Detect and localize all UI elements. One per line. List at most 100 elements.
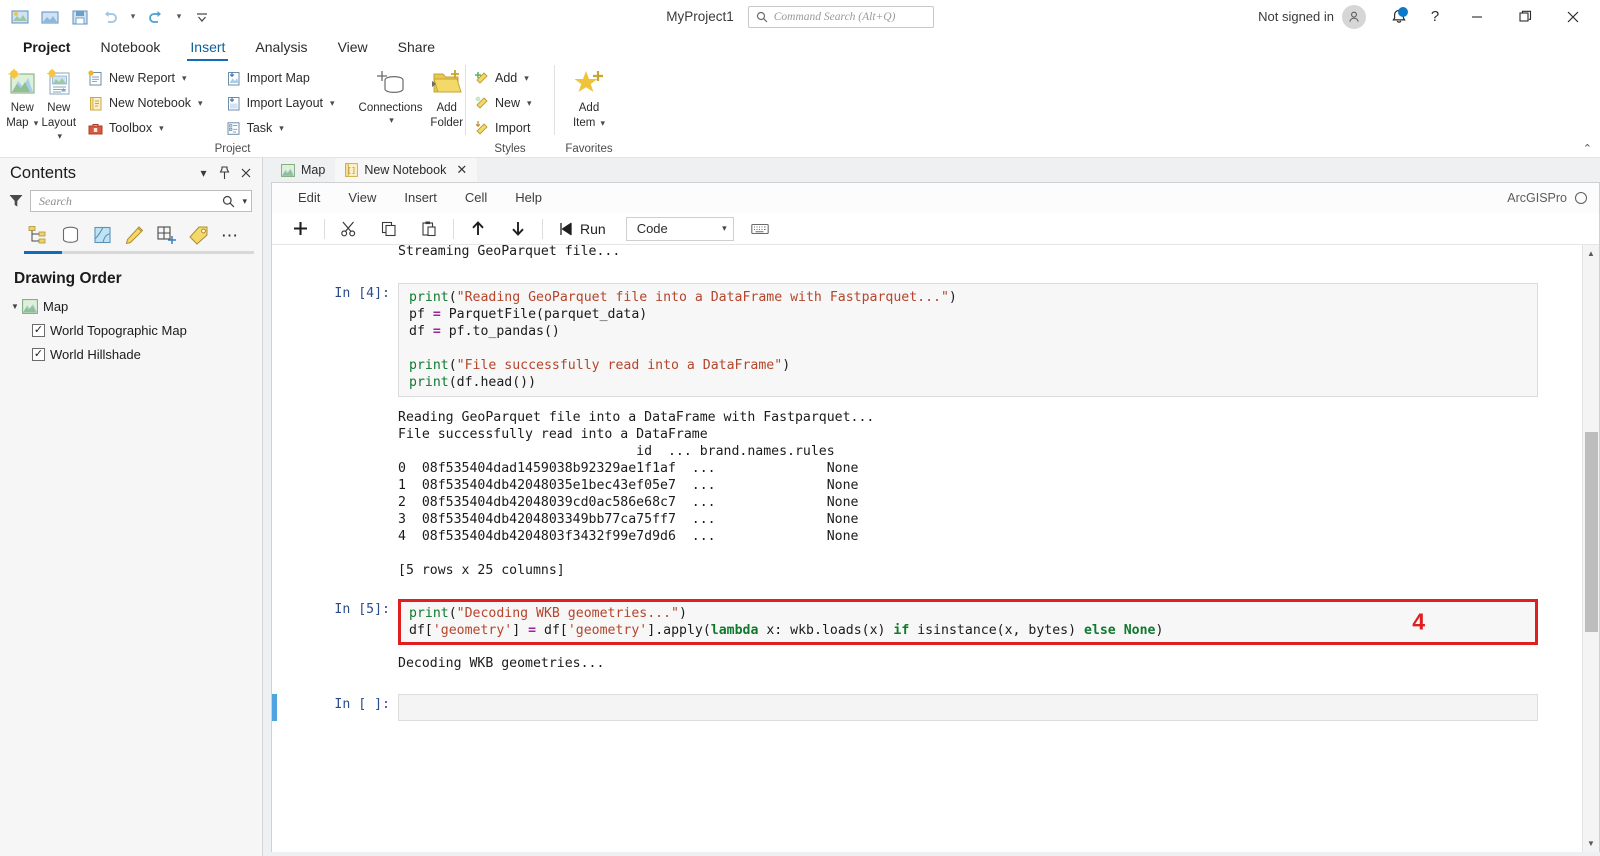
- tree-item-world-hillshade[interactable]: ✓ World Hillshade: [0, 342, 262, 366]
- list-by-selection-icon[interactable]: [88, 222, 116, 248]
- copy-cell-button[interactable]: [369, 214, 409, 244]
- layer-checkbox[interactable]: ✓: [32, 323, 45, 337]
- minimize-button[interactable]: [1454, 1, 1500, 33]
- add-cell-button[interactable]: [280, 214, 320, 244]
- more-options-icon[interactable]: ⋯: [216, 222, 244, 248]
- filter-icon[interactable]: [8, 193, 24, 209]
- pin-icon[interactable]: [214, 162, 235, 184]
- list-by-snapping-icon[interactable]: [152, 222, 180, 248]
- ribbon-tab-project[interactable]: Project: [8, 34, 85, 61]
- add-folder-button[interactable]: Add Folder: [428, 64, 465, 130]
- chevron-down-icon[interactable]: ▾: [193, 162, 214, 184]
- cut-cell-button[interactable]: [329, 214, 369, 244]
- tree-item-world-topographic-map[interactable]: ✓ World Topographic Map: [0, 318, 262, 342]
- avatar[interactable]: [1342, 4, 1366, 29]
- cell-input-empty[interactable]: [398, 694, 1538, 721]
- contents-pane: Contents ▾ Search ▾ ⋯ Drawing Order ▼ Ma…: [0, 158, 263, 852]
- list-by-data-source-icon[interactable]: [56, 222, 84, 248]
- import-map-label: Import Map: [246, 71, 310, 85]
- ribbon-tab-analysis[interactable]: Analysis: [240, 34, 322, 61]
- move-cell-up-button[interactable]: [458, 214, 498, 244]
- menu-cell[interactable]: Cell: [451, 183, 501, 213]
- scrollbar-track[interactable]: [1583, 262, 1600, 835]
- notebook-view: Map [] New Notebook ✕ Edit View Insert C…: [263, 158, 1600, 852]
- ribbon-tab-share[interactable]: Share: [383, 34, 450, 61]
- menu-view[interactable]: View: [334, 183, 390, 213]
- styles-import-button[interactable]: Import: [470, 116, 536, 140]
- notebook-scrollbar[interactable]: ▲ ▼: [1582, 245, 1599, 852]
- task-button[interactable]: Task ▾: [221, 116, 339, 140]
- import-map-button[interactable]: Import Map: [221, 66, 339, 90]
- help-button[interactable]: ?: [1418, 3, 1452, 31]
- cell-input-5[interactable]: print("Decoding WKB geometries...") df['…: [398, 599, 1538, 645]
- menu-insert[interactable]: Insert: [390, 183, 451, 213]
- new-map-button[interactable]: New Map ▾: [4, 64, 41, 130]
- close-icon[interactable]: ✕: [456, 162, 467, 178]
- new-report-button[interactable]: New Report ▾: [83, 66, 207, 90]
- cell-input-4[interactable]: print("Reading GeoParquet file into a Da…: [398, 283, 1538, 397]
- toolbox-button[interactable]: Toolbox ▾: [83, 116, 207, 140]
- styles-new-button[interactable]: New ▾: [470, 91, 536, 115]
- save-project-icon[interactable]: [6, 4, 34, 30]
- open-project-icon[interactable]: [36, 4, 64, 30]
- chevron-down-icon[interactable]: ▾: [242, 196, 247, 207]
- ribbon-tab-insert[interactable]: Insert: [175, 34, 240, 61]
- add-item-button[interactable]: Add Item ▾: [563, 64, 615, 130]
- ribbon-tab-notebook[interactable]: Notebook: [85, 34, 175, 61]
- close-icon[interactable]: [235, 162, 256, 184]
- chevron-down-icon[interactable]: ▾: [330, 98, 335, 109]
- undo-dropdown-icon[interactable]: ▾: [126, 4, 140, 30]
- list-by-labeling-icon[interactable]: [184, 222, 212, 248]
- ribbon-tab-view[interactable]: View: [323, 34, 383, 61]
- run-cell-button[interactable]: Run: [547, 214, 618, 244]
- ribbon-group-favorites-label: Favorites: [565, 143, 613, 155]
- expand-collapse-icon[interactable]: ▼: [8, 302, 22, 311]
- tree-item-map[interactable]: ▼ Map: [0, 294, 262, 318]
- list-by-drawing-order-icon[interactable]: [24, 222, 52, 248]
- move-cell-down-button[interactable]: [498, 214, 538, 244]
- close-button[interactable]: [1550, 1, 1596, 33]
- scroll-down-arrow-icon[interactable]: ▼: [1583, 835, 1600, 852]
- paste-cell-button[interactable]: [409, 214, 449, 244]
- view-tab-map[interactable]: Map: [271, 158, 335, 182]
- ribbon-collapse-button[interactable]: ⌃: [1583, 142, 1592, 155]
- command-search-input[interactable]: Command Search (Alt+Q): [747, 5, 934, 28]
- menu-help[interactable]: Help: [501, 183, 556, 213]
- chevron-down-icon[interactable]: ▾: [527, 98, 532, 109]
- chevron-down-icon[interactable]: ▾: [524, 73, 529, 84]
- search-icon[interactable]: [222, 195, 235, 208]
- notifications-button[interactable]: [1382, 3, 1416, 31]
- redo-dropdown-icon[interactable]: ▾: [172, 4, 186, 30]
- view-tab-new-notebook[interactable]: [] New Notebook ✕: [335, 158, 478, 182]
- import-layout-button[interactable]: Import Layout ▾: [221, 91, 339, 115]
- scroll-up-arrow-icon[interactable]: ▲: [1583, 245, 1600, 262]
- layer-checkbox[interactable]: ✓: [32, 347, 45, 361]
- add-folder-icon: [430, 66, 464, 100]
- customize-qat-icon[interactable]: [188, 4, 216, 30]
- styles-add-icon: [475, 72, 488, 84]
- search-input[interactable]: Search ▾: [30, 190, 252, 212]
- connections-button[interactable]: Connections ▾: [358, 64, 423, 126]
- new-layout-button[interactable]: New Layout ▾: [41, 64, 78, 143]
- styles-add-button[interactable]: Add ▾: [470, 66, 536, 90]
- save-as-icon[interactable]: [66, 4, 94, 30]
- undo-icon[interactable]: [96, 4, 124, 30]
- styles-import-icon: [475, 121, 488, 135]
- chevron-down-icon[interactable]: ▾: [389, 115, 394, 126]
- command-palette-button[interactable]: [740, 214, 780, 244]
- sign-in-status[interactable]: Not signed in: [1258, 9, 1334, 24]
- chevron-down-icon[interactable]: ▾: [198, 98, 203, 109]
- menu-edit[interactable]: Edit: [284, 183, 334, 213]
- scrollbar-thumb[interactable]: [1584, 432, 1598, 632]
- chevron-down-icon[interactable]: ▾: [279, 123, 284, 134]
- toolbar-separator: [453, 218, 454, 239]
- restore-button[interactable]: [1502, 1, 1548, 33]
- new-notebook-button[interactable]: New Notebook ▾: [83, 91, 207, 115]
- connections-label: Connections: [358, 102, 423, 114]
- new-report-icon: [88, 69, 102, 85]
- chevron-down-icon[interactable]: ▾: [159, 123, 164, 134]
- list-by-editing-icon[interactable]: [120, 222, 148, 248]
- redo-icon[interactable]: [142, 4, 170, 30]
- cell-type-select[interactable]: Code ▾: [625, 216, 734, 241]
- chevron-down-icon[interactable]: ▾: [182, 73, 187, 84]
